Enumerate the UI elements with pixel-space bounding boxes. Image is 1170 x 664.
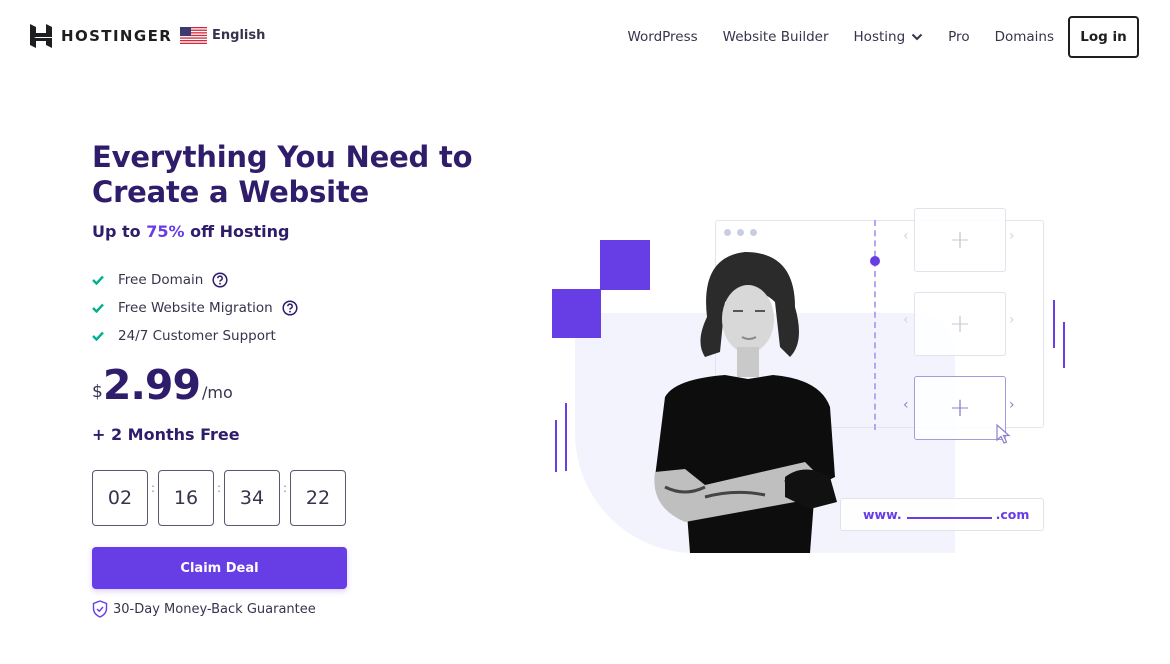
layout-card: + (914, 208, 1006, 272)
subtitle-suffix: off Hosting (184, 222, 290, 241)
feature-item: Free Domain (92, 266, 298, 294)
layout-card: + (914, 292, 1006, 356)
shield-check-icon (92, 600, 108, 618)
countdown-separator: : (150, 481, 156, 495)
decor-line (555, 420, 557, 472)
layout-card-active: + (914, 376, 1006, 440)
price-currency: $ (92, 382, 103, 402)
domain-search-mockup: www. .com (840, 498, 1044, 531)
feature-label: 24/7 Customer Support (118, 328, 276, 344)
hostinger-logo-icon (30, 24, 52, 48)
brand-name: HOSTINGER (61, 27, 173, 45)
guarantee-label: 30-Day Money-Back Guarantee (113, 601, 316, 617)
bonus-label: + 2 Months Free (92, 425, 240, 444)
countdown-timer: 02 : 16 : 34 : 22 (92, 470, 346, 526)
site-header: HOSTINGER English WordPress Website Buil… (0, 0, 1170, 72)
countdown-separator: : (216, 481, 222, 495)
subtitle-prefix: Up to (92, 222, 147, 241)
countdown-seconds: 22 (290, 470, 346, 526)
plus-icon: + (949, 309, 971, 339)
discount-subtitle: Up to 75% off Hosting (92, 222, 290, 241)
decor-line (1063, 322, 1065, 368)
window-dots (724, 229, 757, 236)
countdown-separator: : (282, 481, 288, 495)
price: $ 2.99 /mo (92, 362, 233, 408)
chevron-right-icon: › (1009, 228, 1015, 244)
chevron-left-icon: ‹ (903, 312, 909, 328)
countdown-minutes: 34 (224, 470, 280, 526)
main-nav: WordPress Website Builder Hosting Pro Do… (627, 16, 1139, 58)
hero-title-line-2: Create a Website (92, 175, 370, 209)
nav-domains[interactable]: Domains (995, 29, 1054, 45)
hero-title-line-1: Everything You Need to (92, 140, 473, 174)
chevron-left-icon: ‹ (903, 397, 909, 413)
feature-label: Free Website Migration (118, 300, 273, 316)
nav-hosting-label: Hosting (853, 29, 906, 45)
nav-hosting[interactable]: Hosting (854, 29, 924, 45)
decor-line (1053, 300, 1055, 348)
divider-handle (870, 256, 880, 266)
feature-item: Free Website Migration (92, 294, 298, 322)
check-icon (92, 275, 104, 285)
language-selector[interactable]: English (180, 27, 265, 44)
login-button[interactable]: Log in (1068, 16, 1139, 58)
language-label: English (212, 28, 266, 43)
countdown-days: 02 (92, 470, 148, 526)
chevron-down-icon (911, 33, 923, 41)
plus-icon: + (949, 225, 971, 255)
domain-prefix: www. (863, 507, 902, 522)
money-back-guarantee: 30-Day Money-Back Guarantee (92, 600, 316, 618)
decor-square (600, 240, 650, 290)
us-flag-icon (180, 27, 207, 44)
check-icon (92, 331, 104, 341)
feature-list: Free Domain Free Website Migration 24/7 … (92, 266, 298, 350)
nav-wordpress[interactable]: WordPress (627, 29, 697, 45)
hero-title: Everything You Need to Create a Website (92, 140, 512, 210)
chevron-left-icon: ‹ (903, 228, 909, 244)
check-icon (92, 303, 104, 313)
help-icon[interactable] (282, 300, 298, 316)
brand-logo[interactable]: HOSTINGER (30, 24, 172, 48)
decor-square (552, 289, 601, 338)
price-amount: 2.99 (102, 361, 201, 409)
countdown-hours: 16 (158, 470, 214, 526)
hero-illustration: + + + ‹ › ‹ › ‹ › www. .com (540, 200, 1080, 570)
help-icon[interactable] (212, 272, 228, 288)
decor-line (565, 403, 567, 471)
chevron-right-icon: › (1009, 312, 1015, 328)
feature-item: 24/7 Customer Support (92, 322, 298, 350)
feature-label: Free Domain (118, 272, 204, 288)
chevron-right-icon: › (1009, 397, 1015, 413)
domain-suffix: .com (995, 507, 1030, 522)
nav-website-builder[interactable]: Website Builder (723, 29, 829, 45)
plus-icon: + (949, 393, 971, 423)
discount-percent: 75% (146, 222, 185, 241)
person-photo (654, 252, 837, 553)
mouse-cursor-icon (996, 424, 1011, 444)
claim-deal-button[interactable]: Claim Deal (92, 547, 347, 589)
nav-pro[interactable]: Pro (948, 29, 969, 45)
domain-blank (906, 516, 992, 519)
dashed-divider (874, 220, 876, 430)
price-period: /mo (202, 383, 233, 402)
